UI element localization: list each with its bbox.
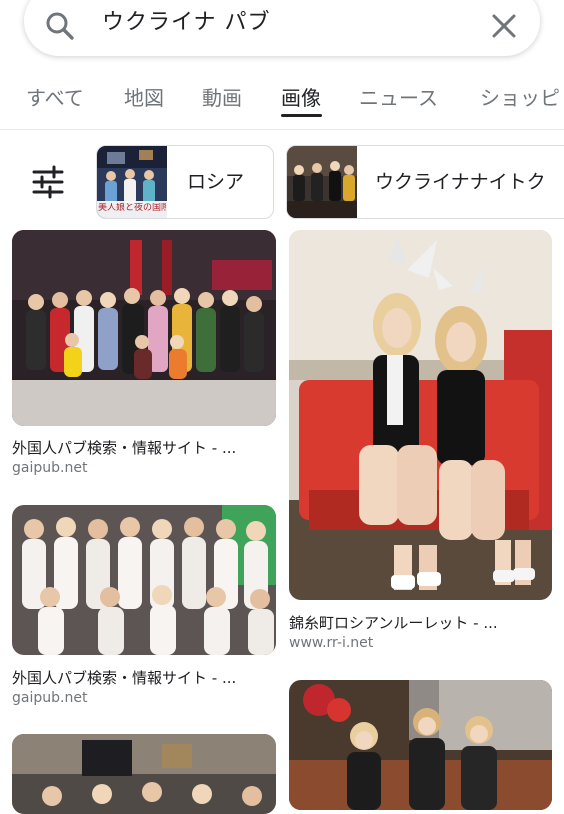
chip-thumbnail: 美人娘と夜の国際	[97, 146, 167, 218]
result-source: www.rr-i.net	[289, 635, 374, 651]
result-source: gaipub.net	[12, 460, 88, 476]
chip-ukraine-night[interactable]: ウクライナナイトク	[286, 145, 564, 219]
chip-thumbnail-caption: 美人娘と夜の国際	[98, 203, 166, 213]
tab-all[interactable]: すべて	[26, 82, 84, 111]
tab-images[interactable]: 画像	[281, 82, 321, 111]
result-image-lounge-group[interactable]	[289, 680, 552, 810]
result-source: gaipub.net	[12, 690, 88, 706]
tune-sliders-icon[interactable]	[18, 158, 78, 206]
chip-label: ウクライナナイトク	[375, 171, 546, 193]
result-image-bunny-costumes[interactable]	[289, 230, 552, 600]
search-tabs: すべて 地図 動画 画像 ニュース ショッピ	[0, 74, 564, 130]
divider	[0, 129, 564, 130]
search-input[interactable]: ウクライナ パブ	[102, 8, 271, 38]
chip-thumbnail	[287, 146, 357, 218]
result-image-white-dresses[interactable]	[12, 505, 276, 655]
search-bar[interactable]: ウクライナ パブ	[24, 0, 540, 56]
search-icon[interactable]	[42, 8, 78, 44]
chip-russia[interactable]: 美人娘と夜の国際 ロシア	[96, 145, 274, 219]
tab-maps[interactable]: 地図	[124, 82, 164, 111]
active-tab-indicator	[281, 114, 322, 117]
chip-label: ロシア	[187, 171, 245, 193]
tab-shopping[interactable]: ショッピ	[480, 82, 560, 111]
result-title[interactable]: 外国人パブ検索・情報サイト - ...	[12, 437, 236, 458]
tab-videos[interactable]: 動画	[202, 82, 242, 111]
result-image-pub-interior[interactable]	[12, 734, 276, 814]
result-title[interactable]: 錦糸町ロシアンルーレット - ...	[289, 612, 498, 633]
tab-news[interactable]: ニュース	[359, 82, 438, 111]
result-image-group-party[interactable]	[12, 230, 276, 426]
result-title[interactable]: 外国人パブ検索・情報サイト - ...	[12, 667, 236, 688]
close-icon[interactable]	[486, 8, 522, 44]
